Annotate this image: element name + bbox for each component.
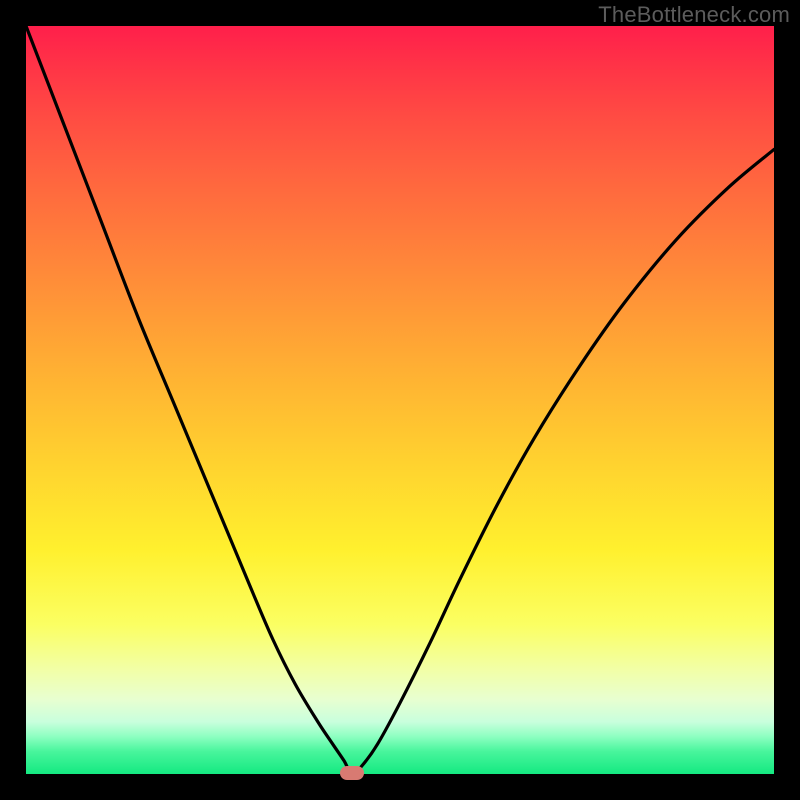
watermark-text: TheBottleneck.com: [598, 2, 790, 28]
minimum-marker: [340, 766, 364, 780]
bottleneck-curve: [26, 26, 774, 774]
chart-frame: TheBottleneck.com: [0, 0, 800, 800]
plot-area: [26, 26, 774, 774]
